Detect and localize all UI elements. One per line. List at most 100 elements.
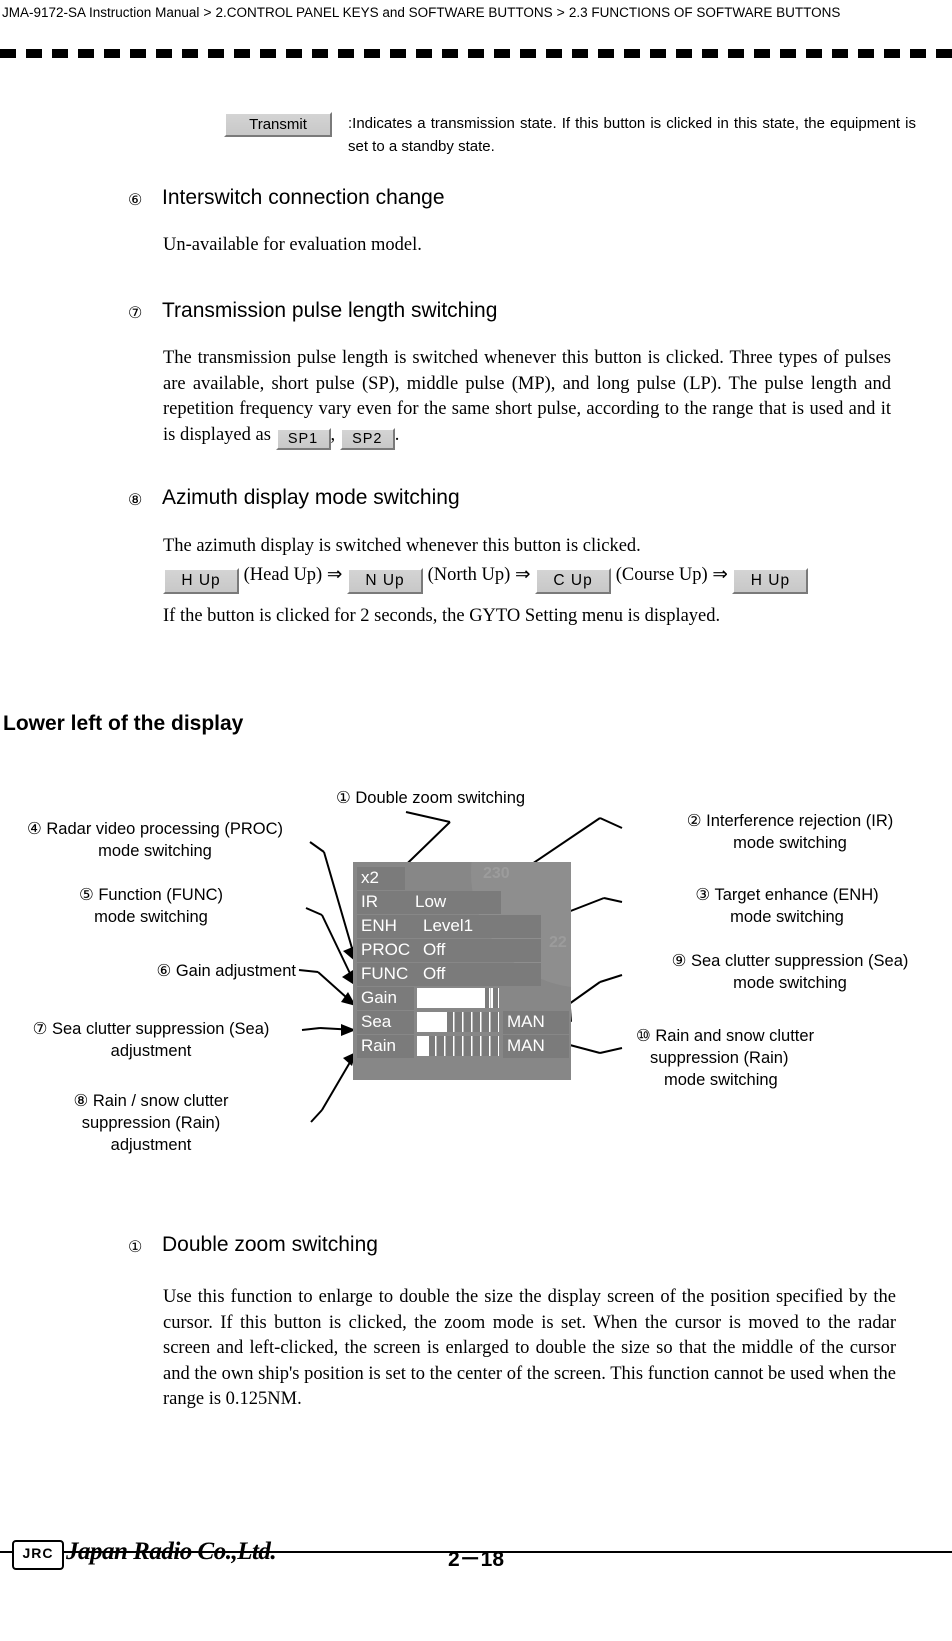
rain-slider-row[interactable]: Rain MAN: [357, 1035, 569, 1058]
section-7-number: ⑦: [128, 305, 143, 322]
callout-6-line1: Gain adjustment: [175, 962, 296, 980]
section-8-body-a: The azimuth display is switched whenever…: [163, 536, 641, 556]
callout-2-line2: mode switching: [733, 834, 847, 852]
callout-8-rain-adjust: ⑧ Rain / snow clutter suppression (Rain)…: [0, 1090, 302, 1156]
sp-period: .: [394, 424, 400, 445]
sp-comma: ,: [330, 424, 336, 445]
h-up-button-1[interactable]: H Up: [163, 568, 239, 594]
callout-7-line1: Sea clutter suppression (Sea): [52, 1020, 270, 1038]
rain-slider[interactable]: [417, 1036, 499, 1056]
section-8-number: ⑧: [128, 492, 143, 509]
callout-8-line2: suppression (Rain): [81, 1114, 221, 1132]
enh-mode-button[interactable]: ENH Level1: [357, 915, 541, 938]
callout-3-line2: mode switching: [730, 908, 844, 926]
section-1-title: Double zoom switching: [162, 1233, 378, 1256]
transmit-button[interactable]: Transmit: [224, 112, 332, 137]
callout-2-number: ②: [686, 812, 702, 830]
callout-2-ir: ② Interference rejection (IR) mode switc…: [628, 810, 952, 854]
sea-slider[interactable]: [417, 1012, 499, 1032]
rain-slider-ticks: [417, 1036, 499, 1056]
rain-mode-value[interactable]: MAN: [503, 1035, 569, 1058]
callout-top-double-zoom: ① Double zoom switching: [336, 787, 525, 809]
jrc-logo-icon: JRC: [12, 1540, 64, 1570]
callout-7-number: ⑦: [32, 1020, 48, 1038]
sea-label: Sea: [357, 1011, 414, 1034]
transmit-description: :Indicates a transmission state. If this…: [348, 115, 916, 155]
callout-4-proc: ④ Radar video processing (PROC) mode swi…: [0, 818, 310, 862]
callout-9-sea-mode: ⑨ Sea clutter suppression (Sea) mode swi…: [628, 950, 952, 994]
callout-10-line2: suppression (Rain): [650, 1049, 789, 1067]
callout-top-number: ①: [336, 789, 351, 807]
section-6-number: ⑥: [128, 192, 143, 209]
callout-10-number: ⑩: [636, 1027, 651, 1045]
callout-5-line1: Function (FUNC): [98, 886, 224, 904]
double-zoom-button[interactable]: x2: [357, 867, 405, 890]
breadcrumb-item-chapter: 2.CONTROL PANEL KEYS and SOFTWARE BUTTON…: [215, 5, 553, 20]
callout-5-number: ⑤: [78, 886, 94, 904]
callout-3-number: ③: [695, 886, 711, 904]
sea-slider-ticks: [417, 1012, 499, 1032]
callout-5-func: ⑤ Function (FUNC) mode switching: [0, 884, 302, 928]
c-up-button[interactable]: C Up: [535, 568, 612, 594]
sea-slider-row[interactable]: Sea MAN: [357, 1011, 569, 1034]
section-7-body: The transmission pulse length is switche…: [163, 346, 891, 450]
callout-9-number: ⑨: [671, 952, 687, 970]
ir-mode-button[interactable]: IR Low: [357, 891, 501, 914]
gain-slider-row[interactable]: Gain: [357, 987, 547, 1010]
gain-slider[interactable]: [417, 988, 499, 1008]
callout-9-line2: mode switching: [733, 974, 847, 992]
h-up-button-2[interactable]: H Up: [732, 568, 809, 594]
transmit-row: Transmit :Indicates a transmission state…: [224, 112, 916, 155]
enh-value: Level1: [423, 916, 474, 935]
radar-display-panel: 230 22 x2 IR Low ENH Level1 PROC Off FUN…: [353, 862, 571, 1080]
proc-mode-button[interactable]: PROC Off: [357, 939, 541, 962]
breadcrumb-item-manual: JMA-9172-SA Instruction Manual: [2, 5, 200, 20]
callout-9-line1: Sea clutter suppression (Sea): [691, 952, 909, 970]
breadcrumb-item-section: 2.3 FUNCTIONS OF SOFTWARE BUTTONS: [568, 5, 841, 20]
enh-label: ENH: [361, 916, 397, 935]
callout-10-line1: Rain and snow clutter: [655, 1027, 815, 1045]
lower-left-heading: Lower left of the display: [3, 712, 244, 735]
callout-5-line2: mode switching: [94, 908, 208, 926]
callout-7-line2: adjustment: [110, 1042, 192, 1060]
gain-label: Gain: [357, 987, 414, 1010]
double-zoom-label: x2: [361, 868, 379, 887]
callout-7-sea-adjust: ⑦ Sea clutter suppression (Sea) adjustme…: [0, 1018, 302, 1062]
callout-8-number: ⑧: [73, 1092, 89, 1110]
chain-arrow-2: ⇒: [514, 565, 531, 585]
course-up-label: (Course Up): [615, 565, 708, 585]
callout-4-number: ④: [27, 820, 42, 838]
company-name: Japan Radio Co.,Ltd.: [66, 1538, 277, 1565]
gain-slider-thumb[interactable]: [491, 988, 493, 1008]
callout-8-line1: Rain / snow clutter: [92, 1092, 229, 1110]
section-1-body: Use this function to enlarge to double t…: [163, 1287, 896, 1409]
bearing-right-label: 22: [549, 934, 567, 951]
proc-value: Off: [423, 940, 446, 959]
radar-menu-list: x2 IR Low ENH Level1 PROC Off FUNC Off G…: [357, 867, 569, 1059]
azimuth-chain: H Up (Head Up) ⇒ N Up (North Up) ⇒ C Up …: [163, 563, 923, 594]
sea-mode-value[interactable]: MAN: [503, 1011, 569, 1034]
n-up-button[interactable]: N Up: [346, 568, 423, 594]
chain-arrow-1: ⇒: [326, 565, 343, 585]
callout-10-line3: mode switching: [664, 1071, 778, 1089]
section-7-body-text: The transmission pulse length is switche…: [163, 348, 891, 445]
proc-label: PROC: [361, 940, 411, 959]
head-up-label: (Head Up): [243, 565, 323, 585]
breadcrumb-separator: >: [556, 4, 565, 20]
breadcrumb: JMA-9172-SA Instruction Manual >2.CONTROL…: [0, 0, 952, 23]
sp2-button[interactable]: SP2: [339, 427, 395, 450]
section-6-body: Un-available for evaluation model.: [163, 235, 422, 255]
callout-10-rain-mode: ⑩ Rain and snow clutter suppression (Rai…: [628, 1025, 938, 1091]
callout-3-line1: Target enhance (ENH): [714, 886, 879, 904]
func-label: FUNC: [361, 964, 409, 983]
callout-3-enh: ③ Target enhance (ENH) mode switching: [628, 884, 946, 928]
section-8-title: Azimuth display mode switching: [162, 486, 460, 509]
sp1-button[interactable]: SP1: [275, 427, 331, 450]
breadcrumb-separator: >: [203, 4, 212, 20]
callout-6-number: ⑥: [156, 962, 172, 980]
section-1-number: ①: [128, 1239, 143, 1256]
page-header: JMA-9172-SA Instruction Manual >2.CONTROL…: [0, 0, 952, 23]
func-mode-button[interactable]: FUNC Off: [357, 963, 541, 986]
chain-arrow-3: ⇒: [712, 565, 728, 585]
gain-slider-ticks: [417, 988, 499, 1008]
